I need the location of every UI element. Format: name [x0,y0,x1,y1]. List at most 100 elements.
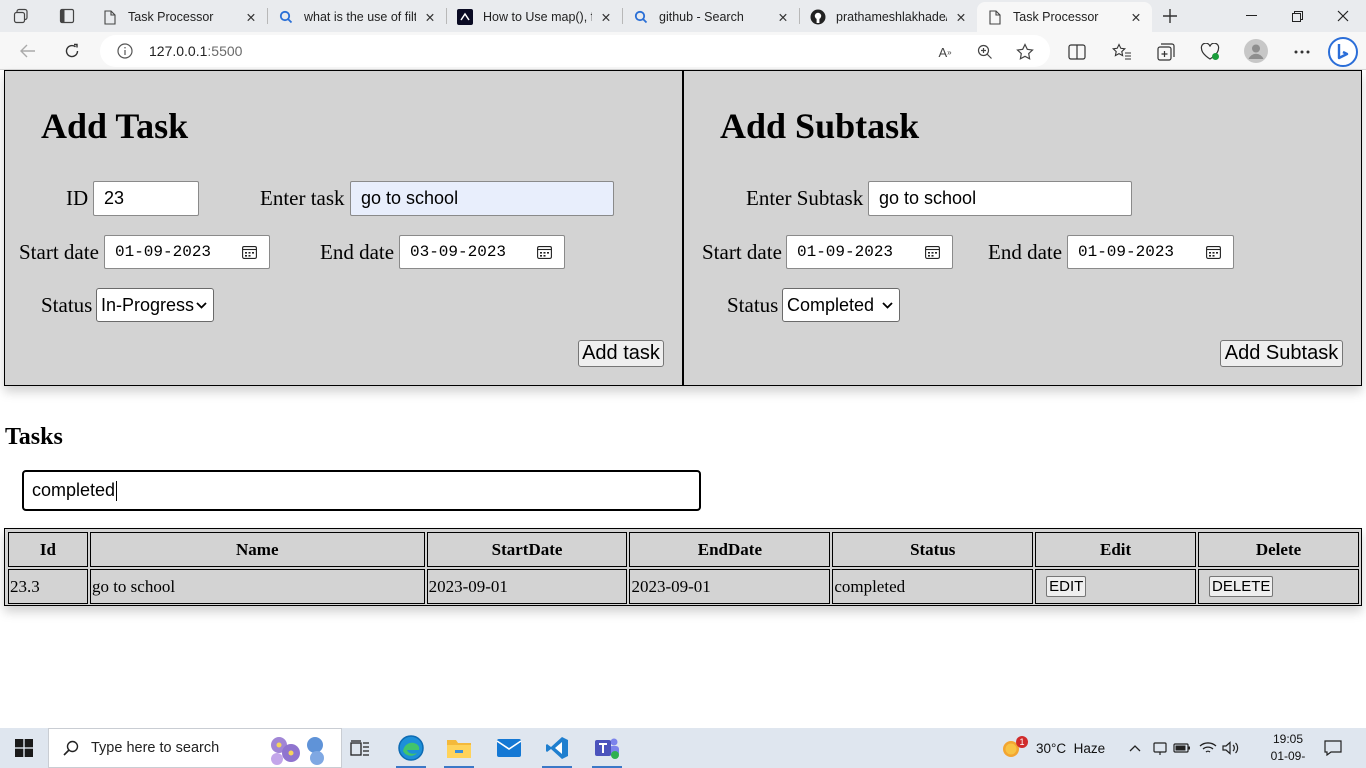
collections-icon[interactable] [1156,42,1176,62]
site-info-icon[interactable] [117,43,133,59]
chevron-down-icon [882,302,893,309]
col-status: Status [832,532,1034,567]
browser-tab-active[interactable]: Task Processor ✕ [977,2,1152,32]
task-view-icon[interactable] [340,728,380,768]
col-edit: Edit [1035,532,1197,567]
clock[interactable]: 19:05 01-09-2023 [1262,731,1314,768]
back-arrow-icon[interactable] [14,37,42,65]
edit-button[interactable]: EDIT [1046,576,1087,597]
bing-copilot-icon[interactable] [1328,37,1358,67]
subtask-input[interactable]: go to school [868,181,1132,216]
workspaces-icon[interactable] [0,0,42,32]
clock-time: 19:05 [1272,732,1304,746]
end-date-input[interactable]: 03-09-2023 [399,235,565,269]
browser-tab[interactable]: Task Processor ✕ [92,2,267,32]
start-date-label: Start date [19,240,99,264]
tab-title: prathameshlakhade/( [836,10,947,24]
minimize-button[interactable] [1228,0,1274,32]
status-select[interactable]: In-Progress [96,288,214,322]
teams-icon[interactable] [584,728,630,768]
close-icon[interactable]: ✕ [953,9,969,25]
browser-tab[interactable]: prathameshlakhade/( ✕ [800,2,977,32]
read-aloud-icon[interactable]: A» [936,43,954,61]
network-drive-icon[interactable] [1150,728,1170,768]
browser-essentials-icon[interactable] [1200,42,1220,62]
col-delete: Delete [1198,532,1359,567]
profile-avatar[interactable] [1244,39,1268,63]
taskbar-search-box[interactable]: Type here to search [48,728,342,768]
subtask-label: Enter Subtask [746,186,864,210]
mail-icon[interactable] [486,728,532,768]
refresh-icon[interactable] [58,37,86,65]
cell-enddate: 2023-09-01 [629,569,831,604]
start-date-value: 01-09-2023 [115,243,212,261]
start-button[interactable] [0,728,48,768]
col-name: Name [89,532,425,567]
browser-tab[interactable]: what is the use of filt ✕ [268,2,446,32]
task-input[interactable]: go to school [350,181,614,216]
settings-more-icon[interactable] [1292,42,1312,62]
cell-name: go to school [89,569,425,604]
cell-edit: EDIT [1035,569,1197,604]
github-icon [810,9,826,25]
wifi-icon[interactable] [1196,728,1220,768]
calendar-icon[interactable] [925,245,940,259]
browser-tab[interactable]: How to Use map(), fil ✕ [447,2,622,32]
favorites-icon[interactable] [1112,42,1132,62]
add-subtask-button[interactable]: Add Subtask [1220,340,1343,367]
url-text: 127.0.0.1:5500 [149,43,242,59]
url-host: 127.0.0.1 [149,43,208,59]
table-row: 23.3 go to school 2023-09-01 2023-09-01 … [8,569,1359,604]
browser-tab-bar: Task Processor ✕ what is the use of filt… [0,0,1366,32]
close-icon[interactable]: ✕ [1128,9,1144,25]
end-date-label: End date [320,240,395,264]
page-content: Add Task ID 23 Enter task go to school S… [0,70,1366,725]
flowers-decoration-icon [271,737,324,765]
cell-startdate: 2023-09-01 [426,569,628,604]
show-hidden-icons-chevron[interactable] [1124,728,1146,768]
new-tab-button[interactable] [1152,1,1188,31]
zoom-icon[interactable] [976,43,994,61]
browser-tab[interactable]: github - Search ✕ [623,2,799,32]
close-window-button[interactable] [1320,0,1366,32]
close-icon[interactable]: ✕ [243,9,259,25]
volume-icon[interactable] [1220,728,1242,768]
id-input[interactable]: 23 [93,181,199,216]
end-date-value: 03-09-2023 [410,243,507,261]
close-icon[interactable]: ✕ [775,9,791,25]
id-label: ID [66,186,89,210]
restore-button[interactable] [1274,0,1320,32]
clock-date: 01-09-2023 [1270,749,1306,768]
tasks-table-container: Id Name StartDate EndDate Status Edit De… [4,528,1362,606]
calendar-icon[interactable] [242,245,257,259]
chevron-down-icon [196,302,207,309]
address-bar[interactable]: 127.0.0.1:5500 A» [100,35,1050,67]
add-subtask-panel: Add Subtask Enter Subtask go to school S… [683,70,1362,386]
battery-icon[interactable] [1172,728,1192,768]
add-task-button[interactable]: Add task [578,340,664,367]
calendar-icon[interactable] [537,245,552,259]
windows-taskbar: Type here to search 1 30°C Haze 19:05 01… [0,728,1366,768]
edge-taskbar-icon[interactable] [388,728,434,768]
calendar-icon[interactable] [1206,245,1221,259]
close-icon[interactable]: ✕ [598,9,614,25]
file-explorer-icon[interactable] [436,728,482,768]
notifications-icon[interactable] [1318,728,1348,768]
vertical-tabs-icon[interactable] [42,0,92,32]
task-search-input[interactable]: completed [22,470,701,511]
vscode-icon[interactable] [534,728,580,768]
subtask-start-date-label: Start date [702,240,782,264]
start-date-input[interactable]: 01-09-2023 [104,235,270,269]
favorite-star-icon[interactable] [1016,43,1034,61]
weather-widget[interactable]: 1 30°C Haze [1000,728,1112,768]
subtask-status-select[interactable]: Completed [782,288,900,322]
cell-delete: DELETE [1198,569,1359,604]
delete-button[interactable]: DELETE [1209,576,1274,597]
subtask-start-date-input[interactable]: 01-09-2023 [786,235,953,269]
add-task-panel: Add Task ID 23 Enter task go to school S… [4,70,683,386]
subtask-end-date-input[interactable]: 01-09-2023 [1067,235,1234,269]
search-icon [633,9,649,25]
split-screen-icon[interactable] [1067,42,1087,62]
weather-alert-badge: 1 [1016,736,1028,748]
close-icon[interactable]: ✕ [422,9,438,25]
